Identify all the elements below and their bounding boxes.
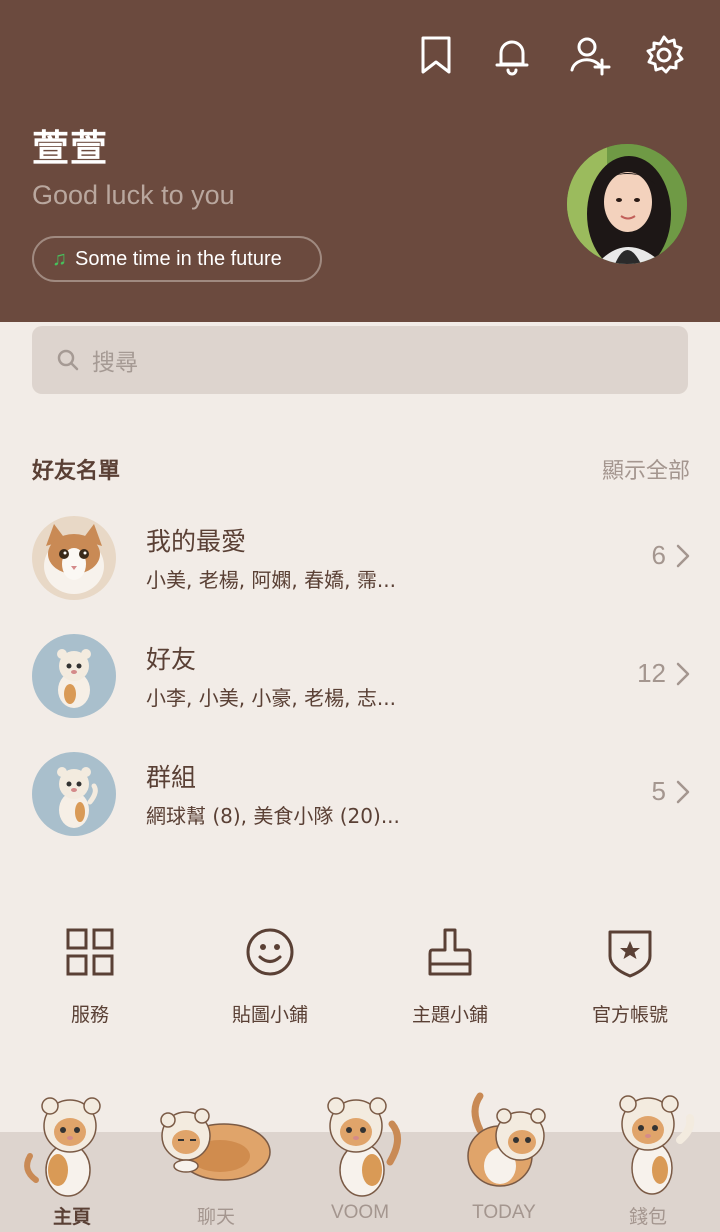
favorites-avatar	[32, 516, 116, 600]
theme-shop-label: 主題小鋪	[411, 1004, 488, 1026]
profile-music-title: Some time in the future	[75, 247, 282, 270]
cat-wallet-icon	[619, 1095, 695, 1195]
profile-header: 萱萱 Good luck to you ♫ Some time in the f…	[0, 0, 720, 322]
sticker-shop-shortcut[interactable]: 貼圖小鋪	[180, 926, 360, 1027]
profile-music-pill[interactable]: ♫ Some time in the future	[32, 236, 322, 282]
nav-chats-label: 聊天	[196, 1207, 235, 1228]
add-friend-icon[interactable]	[569, 34, 611, 76]
friends-section-title: 好友名單	[32, 459, 121, 484]
grid-icon	[66, 928, 114, 976]
brush-icon	[428, 928, 472, 976]
nav-today[interactable]: TODAY	[432, 1090, 576, 1232]
bell-icon[interactable]	[491, 34, 533, 76]
nav-wallet-label: 錢包	[628, 1207, 667, 1228]
chevron-right-icon	[676, 780, 690, 804]
group-title: 好友	[146, 645, 197, 674]
group-title: 群組	[146, 763, 197, 792]
friends-avatar	[32, 634, 116, 718]
gear-icon[interactable]	[643, 34, 685, 76]
group-members: 網球幫 (8), 美食小隊 (20)...	[146, 804, 400, 828]
show-all-link[interactable]: 顯示全部	[602, 453, 690, 485]
search-placeholder: 搜尋	[92, 350, 138, 376]
official-accounts-label: 官方帳號	[591, 1004, 668, 1026]
group-count: 12	[637, 658, 666, 688]
shield-star-icon	[608, 930, 652, 978]
friend-group-groups[interactable]: 群組 網球幫 (8), 美食小隊 (20)... 5	[0, 752, 720, 852]
services-label: 服務	[70, 1004, 109, 1026]
music-note-icon: ♫	[52, 247, 67, 270]
profile-status-message[interactable]: Good luck to you	[32, 180, 235, 211]
bookmark-icon[interactable]	[415, 34, 457, 76]
smiley-icon	[246, 928, 294, 976]
group-count: 6	[651, 540, 666, 570]
nav-wallet[interactable]: 錢包	[576, 1090, 720, 1232]
nav-voom-label: VOOM	[330, 1202, 390, 1223]
nav-home[interactable]: 主頁	[0, 1090, 144, 1232]
nav-today-label: TODAY	[472, 1202, 536, 1223]
search-bar[interactable]: 搜尋	[32, 326, 688, 394]
cat-chats-icon	[160, 1108, 271, 1181]
profile-name[interactable]: 萱萱	[32, 118, 108, 172]
chevron-right-icon	[676, 544, 690, 568]
official-accounts-shortcut[interactable]: 官方帳號	[540, 926, 720, 1027]
friend-group-favorites[interactable]: 我的最愛 小美, 老楊, 阿嫻, 春嬌, 霈... 6	[0, 516, 720, 616]
group-members: 小美, 老楊, 阿嫻, 春嬌, 霈...	[146, 568, 396, 592]
profile-avatar[interactable]	[567, 144, 687, 264]
cat-voom-icon	[327, 1097, 401, 1197]
cat-home-icon	[24, 1097, 101, 1197]
theme-shop-shortcut[interactable]: 主題小鋪	[360, 926, 540, 1027]
sticker-shop-label: 貼圖小鋪	[231, 1004, 308, 1026]
nav-home-label: 主頁	[52, 1207, 91, 1228]
group-title: 我的最愛	[146, 527, 247, 556]
cat-today-icon	[467, 1092, 546, 1187]
groups-avatar	[32, 752, 116, 836]
chevron-right-icon	[676, 662, 690, 686]
group-count: 5	[651, 776, 666, 806]
group-members: 小李, 小美, 小豪, 老楊, 志...	[146, 686, 396, 710]
nav-chats[interactable]: 聊天	[144, 1090, 288, 1232]
search-icon	[57, 349, 79, 371]
friend-group-friends[interactable]: 好友 小李, 小美, 小豪, 老楊, 志... 12	[0, 634, 720, 734]
nav-voom[interactable]: VOOM	[288, 1090, 432, 1232]
services-shortcut[interactable]: 服務	[0, 926, 180, 1027]
